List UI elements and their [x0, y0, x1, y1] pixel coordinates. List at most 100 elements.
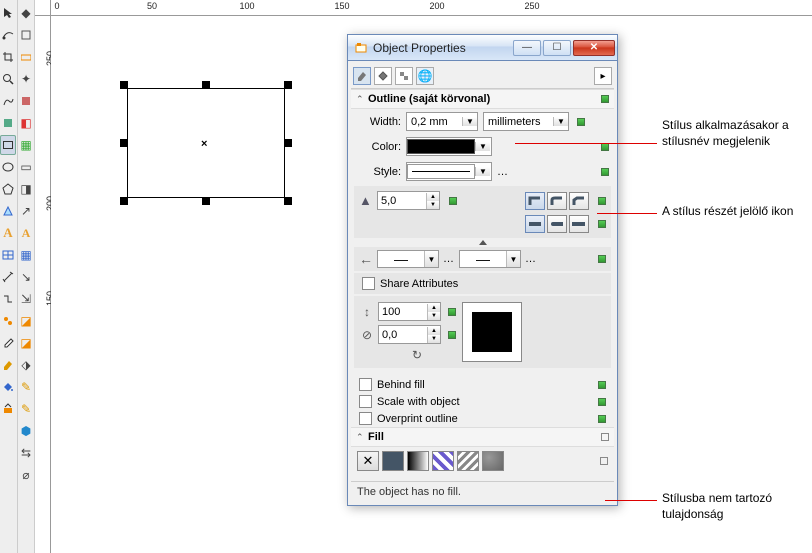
interactive-tool[interactable]: [0, 310, 16, 332]
stretch-input[interactable]: ▲▼: [378, 302, 441, 321]
angle-input[interactable]: ▲▼: [378, 325, 441, 344]
end-arrow-options-button[interactable]: …: [525, 253, 537, 265]
corner-round-button[interactable]: [547, 192, 567, 210]
dialog-titlebar[interactable]: Object Properties — ☐ ✕: [348, 35, 617, 61]
tool2-13[interactable]: ↘: [18, 266, 34, 288]
end-arrow-dropdown[interactable]: —▼: [459, 250, 521, 268]
dropdown-arrow-icon[interactable]: ▼: [553, 117, 568, 126]
tool2-8[interactable]: ▭: [18, 156, 34, 178]
ruler-horizontal[interactable]: 0 50 100 150 200 250: [35, 0, 812, 16]
maximize-button[interactable]: ☐: [543, 40, 571, 56]
corner-bevel-button[interactable]: [569, 192, 589, 210]
tool2-22[interactable]: ⌀: [18, 464, 34, 486]
style-indicator-icon[interactable]: [598, 381, 606, 389]
tool2-2[interactable]: [18, 24, 34, 46]
style-indicator-icon[interactable]: [601, 168, 609, 176]
ruler-vertical[interactable]: 250 200 150: [35, 16, 51, 553]
miter-limit-input[interactable]: ▲▼: [377, 191, 440, 210]
dimension-tool[interactable]: [0, 266, 16, 288]
collapse-icon[interactable]: ⌃: [356, 94, 368, 105]
fill-pattern2-button[interactable]: [457, 451, 479, 471]
tool2-19[interactable]: ✎: [18, 398, 34, 420]
close-button[interactable]: ✕: [573, 40, 615, 56]
tool2-4[interactable]: ✦: [18, 68, 34, 90]
tool2-5[interactable]: [18, 90, 34, 112]
handle-top-right[interactable]: [284, 81, 292, 89]
edit-style-button[interactable]: …: [497, 166, 509, 178]
rectangle-tool[interactable]: [0, 135, 16, 155]
corner-miter-button[interactable]: [525, 192, 545, 210]
dropdown-arrow-icon[interactable]: ▼: [475, 167, 490, 176]
tab-internet[interactable]: 🌐: [416, 67, 434, 85]
handle-top-mid[interactable]: [202, 81, 210, 89]
connector-tool[interactable]: [0, 288, 16, 310]
handle-top-left[interactable]: [120, 81, 128, 89]
start-arrow-options-button[interactable]: …: [443, 253, 455, 265]
fill-none-button[interactable]: ✕: [357, 451, 379, 471]
cap-flat-button[interactable]: [525, 215, 545, 233]
section-header-fill[interactable]: ⌃ Fill: [351, 427, 614, 447]
tool2-11[interactable]: A: [18, 222, 34, 244]
freehand-tool[interactable]: [0, 90, 16, 112]
ruler-origin[interactable]: [35, 0, 51, 16]
tool2-18[interactable]: ✎: [18, 376, 34, 398]
zoom-tool[interactable]: [0, 68, 16, 90]
color-dropdown[interactable]: ▼: [406, 137, 492, 156]
tool2-9[interactable]: ◨: [18, 178, 34, 200]
fill-tool[interactable]: [0, 376, 16, 398]
outline-tool[interactable]: [0, 354, 16, 376]
nib-reset-button[interactable]: ↻: [412, 348, 456, 362]
fill-gradient-button[interactable]: [407, 451, 429, 471]
tab-fill[interactable]: [374, 67, 392, 85]
handle-bottom-right[interactable]: [284, 197, 292, 205]
handle-mid-right[interactable]: [284, 139, 292, 147]
ellipse-tool[interactable]: [0, 156, 16, 178]
collapse-icon[interactable]: ⌃: [356, 432, 368, 443]
section-header-outline[interactable]: ⌃ Outline (saját körvonal): [351, 89, 614, 109]
tool2-20[interactable]: ⬢: [18, 420, 34, 442]
polygon-tool[interactable]: [0, 178, 16, 200]
style-indicator-icon[interactable]: [600, 457, 608, 465]
share-attributes-checkbox[interactable]: [362, 277, 375, 290]
tab-options[interactable]: ▸: [594, 67, 612, 85]
style-indicator-icon[interactable]: [448, 331, 456, 339]
scale-with-checkbox[interactable]: [359, 395, 372, 408]
tool2-7[interactable]: ▦: [18, 134, 34, 156]
fill-solid-button[interactable]: [382, 451, 404, 471]
tool2-17[interactable]: ⬗: [18, 354, 34, 376]
dropdown-arrow-icon[interactable]: ▼: [462, 117, 477, 126]
start-arrow-dropdown[interactable]: —▼: [377, 250, 439, 268]
eyedropper-tool[interactable]: [0, 332, 16, 354]
spin-down-icon[interactable]: ▼: [427, 201, 439, 209]
pick-tool[interactable]: [0, 2, 16, 24]
behind-fill-checkbox[interactable]: [359, 378, 372, 391]
minimize-button[interactable]: —: [513, 40, 541, 56]
text-tool[interactable]: A: [0, 222, 16, 244]
overprint-checkbox[interactable]: [359, 412, 372, 425]
basic-shapes-tool[interactable]: [0, 200, 16, 222]
fill-pattern-button[interactable]: [432, 451, 454, 471]
style-indicator-icon[interactable]: [598, 255, 606, 263]
shape-tool[interactable]: [0, 24, 16, 46]
style-indicator-icon[interactable]: [577, 118, 585, 126]
handle-bottom-left[interactable]: [120, 197, 128, 205]
cap-round-button[interactable]: [547, 215, 567, 233]
tab-transparency[interactable]: [395, 67, 413, 85]
linestyle-dropdown[interactable]: ▼: [406, 162, 492, 181]
cap-square-button[interactable]: [569, 215, 589, 233]
tool2-10[interactable]: ↗: [18, 200, 34, 222]
style-indicator-icon[interactable]: [598, 220, 606, 228]
tool2-14[interactable]: ⇲: [18, 288, 34, 310]
tool2-15[interactable]: ◪: [18, 310, 34, 332]
style-indicator-icon[interactable]: [598, 197, 606, 205]
tool2-21[interactable]: ⇆: [18, 442, 34, 464]
crop-tool[interactable]: [0, 46, 16, 68]
dropdown-arrow-icon[interactable]: ▼: [475, 142, 490, 151]
spin-up-icon[interactable]: ▲: [427, 193, 439, 201]
tool2-1[interactable]: ◆: [18, 2, 34, 24]
style-indicator-fill[interactable]: [601, 433, 609, 441]
selected-rectangle[interactable]: ×: [127, 88, 285, 198]
tool2-16[interactable]: ◪: [18, 332, 34, 354]
style-indicator-icon[interactable]: [598, 398, 606, 406]
tool2-6[interactable]: ◧: [18, 112, 34, 134]
